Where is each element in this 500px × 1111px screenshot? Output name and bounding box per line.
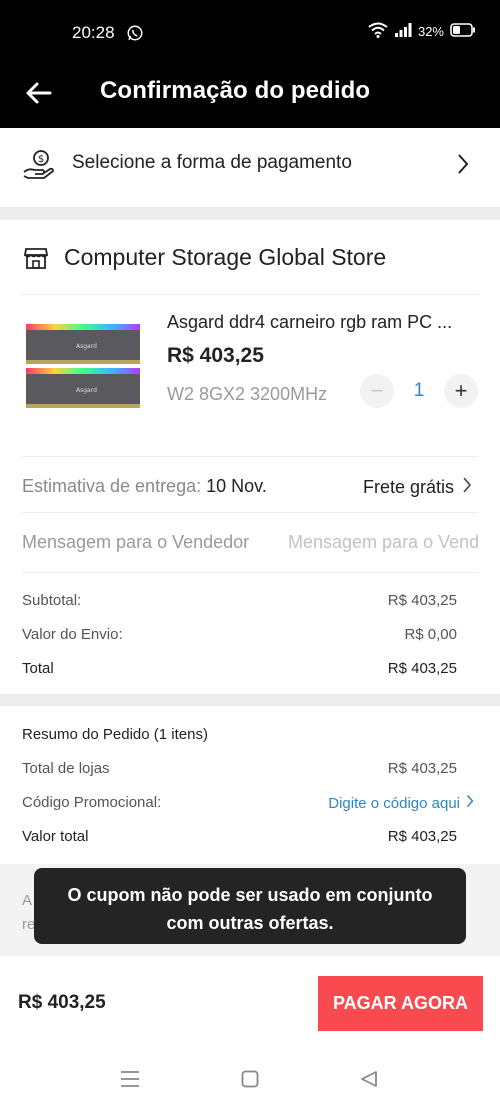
- svg-text:$: $: [38, 154, 44, 165]
- app-header: Confirmação do pedido: [0, 66, 500, 128]
- notice-text: A: [22, 892, 33, 909]
- promo-code-row: Código Promocional: Digite o código aqui: [22, 794, 474, 812]
- subtotal-value: R$ 403,25: [387, 592, 457, 609]
- divider: [22, 512, 478, 513]
- product-name[interactable]: Asgard ddr4 carneiro rgb ram PC ...: [167, 312, 472, 333]
- stores-total-label: Total de lojas: [22, 760, 110, 777]
- section-divider: [0, 208, 500, 220]
- order-summary: Resumo do Pedido (1 itens) Total de loja…: [0, 706, 500, 864]
- product-item: Asgard Asgard Asgard ddr4 carneiro rgb r…: [0, 300, 500, 450]
- promo-code-input[interactable]: Digite o código aqui: [328, 794, 474, 812]
- home-nav-icon[interactable]: [241, 1070, 259, 1093]
- order-summary-title: Resumo do Pedido (1 itens): [22, 726, 208, 743]
- delivery-estimate-value: 10 Nov.: [206, 476, 267, 496]
- footer-total: R$ 403,25: [18, 992, 106, 1013]
- promo-code-placeholder: Digite o código aqui: [328, 794, 460, 812]
- top-bar: 20:28 32% Confirmação do pedido: [0, 0, 500, 128]
- shipping-label: Frete grátis: [362, 477, 454, 497]
- wifi-icon: [368, 22, 388, 41]
- whatsapp-icon: [126, 24, 144, 47]
- store-total-label: Total: [22, 660, 54, 677]
- product-image-brand: Asgard: [76, 343, 97, 350]
- quantity-stepper: − 1 +: [360, 374, 478, 408]
- seller-message-input[interactable]: Mensagem para o Vendedor: [288, 532, 478, 553]
- store-name[interactable]: Computer Storage Global Store: [64, 244, 386, 271]
- stores-total-value: R$ 403,25: [387, 760, 457, 777]
- chevron-right-icon: [466, 794, 474, 812]
- seller-message-row: Mensagem para o Vendedor Mensagem para o…: [22, 532, 478, 562]
- payment-label: Selecione a forma de pagamento: [72, 152, 352, 173]
- grand-total-label: Valor total: [22, 828, 89, 845]
- battery-percent: 32%: [417, 24, 444, 39]
- store-section: Computer Storage Global Store Asgard Asg…: [0, 220, 500, 694]
- minus-icon[interactable]: −: [360, 374, 394, 408]
- status-bar: 20:28 32%: [0, 0, 500, 66]
- section-divider: [0, 694, 500, 706]
- promo-code-label: Código Promocional:: [22, 794, 162, 811]
- shipping-option[interactable]: Frete grátis: [363, 476, 472, 499]
- toast-line: com outras ofertas.: [166, 913, 334, 933]
- product-image-brand: Asgard: [76, 387, 97, 394]
- shipping-cost-row: Valor do Envio: R$ 0,00: [22, 626, 457, 643]
- shipping-cost-value: R$ 0,00: [404, 626, 457, 643]
- signal-icon: [394, 23, 412, 40]
- checkout-footer: R$ 403,25 PAGAR AGORA: [0, 956, 500, 1052]
- payment-hand-icon: $: [22, 148, 56, 187]
- toast-line: O cupom não pode ser usado em conjunto: [67, 885, 433, 905]
- page-title: Confirmação do pedido: [100, 77, 371, 104]
- subtotal-label: Subtotal:: [22, 592, 82, 609]
- subtotal-row: Subtotal: R$ 403,25: [22, 592, 457, 609]
- product-variant[interactable]: W2 8GX2 3200MHz: [167, 384, 327, 405]
- grand-total-row: Valor total R$ 403,25: [22, 828, 457, 845]
- chevron-right-icon: [456, 152, 470, 181]
- seller-message-label: Mensagem para o Vendedor: [22, 532, 250, 552]
- grand-total-value: R$ 403,25: [387, 828, 457, 845]
- delivery-row: Estimativa de entrega: 10 Nov. Frete grá…: [22, 476, 478, 506]
- divider: [22, 294, 478, 295]
- product-price: R$ 403,25: [167, 344, 264, 367]
- payment-method-row[interactable]: $ Selecione a forma de pagamento: [0, 128, 500, 208]
- battery-icon: [450, 23, 476, 40]
- back-nav-icon[interactable]: [360, 1070, 378, 1093]
- divider: [22, 572, 478, 573]
- product-image[interactable]: Asgard Asgard: [20, 320, 146, 424]
- quantity-value: 1: [413, 380, 425, 401]
- delivery-estimate-label: Estimativa de entrega:: [22, 476, 202, 496]
- chevron-right-icon: [462, 476, 472, 499]
- pay-now-button[interactable]: PAGAR AGORA: [318, 976, 483, 1031]
- toast-message: O cupom não pode ser usado em conjunto c…: [34, 868, 466, 944]
- shipping-cost-label: Valor do Envio:: [22, 626, 123, 643]
- plus-icon[interactable]: +: [444, 374, 478, 408]
- back-arrow-icon[interactable]: [22, 76, 56, 110]
- status-time: 20:28: [72, 23, 115, 42]
- system-nav-bar: [0, 1052, 500, 1111]
- store-total-row: Total R$ 403,25: [22, 660, 457, 677]
- store-total-value: R$ 403,25: [387, 660, 457, 677]
- store-icon: [23, 246, 49, 275]
- divider: [22, 456, 478, 457]
- stores-total-row: Total de lojas R$ 403,25: [22, 760, 457, 777]
- menu-nav-icon[interactable]: [120, 1070, 140, 1093]
